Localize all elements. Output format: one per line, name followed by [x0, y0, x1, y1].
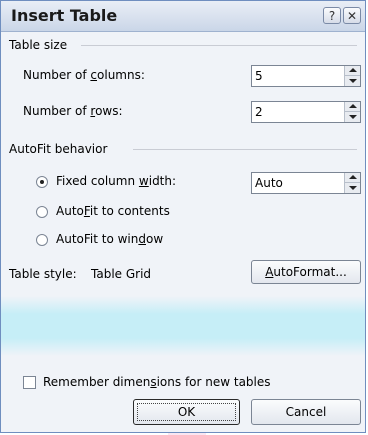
columns-up-arrow-icon[interactable] — [344, 66, 360, 76]
close-icon: ✕ — [346, 9, 358, 23]
remember-label[interactable]: Remember dimensions for new tables — [43, 375, 271, 389]
width-up-arrow-icon[interactable] — [344, 173, 360, 183]
column-width-spinner[interactable]: Auto — [251, 172, 361, 194]
columns-label: Number of columns: — [23, 68, 145, 82]
remember-checkbox[interactable] — [23, 376, 36, 389]
columns-spinner[interactable]: 5 — [251, 65, 361, 87]
background-stripe — [1, 296, 365, 356]
rows-spinner[interactable]: 2 — [251, 101, 361, 123]
rows-up-arrow-icon[interactable] — [344, 102, 360, 112]
table-style-label: Table style: — [9, 267, 77, 281]
title-bar: Insert Table ? ✕ — [1, 1, 365, 32]
autofit-contents-label[interactable]: AutoFit to contents — [56, 204, 170, 218]
columns-value[interactable]: 5 — [255, 69, 263, 83]
ok-button[interactable]: OK — [133, 399, 240, 425]
help-button[interactable]: ? — [323, 7, 341, 24]
close-button[interactable]: ✕ — [343, 7, 361, 24]
autoformat-button[interactable]: AutoFormat... — [251, 260, 361, 284]
rows-down-arrow-icon[interactable] — [344, 112, 360, 122]
autofit-window-radio[interactable] — [36, 234, 48, 246]
autofit-heading: AutoFit behavior — [9, 142, 108, 156]
autofit-contents-radio[interactable] — [36, 206, 48, 218]
fixed-width-radio[interactable] — [36, 176, 48, 188]
cancel-button[interactable]: Cancel — [251, 399, 361, 425]
column-width-value[interactable]: Auto — [255, 176, 283, 190]
group-divider — [133, 149, 357, 150]
width-down-arrow-icon[interactable] — [344, 183, 360, 193]
fixed-width-label[interactable]: Fixed column width: — [56, 174, 176, 188]
ok-label: OK — [137, 403, 236, 421]
insert-table-dialog: Insert Table ? ✕ Table size Number of co… — [0, 0, 366, 433]
autofit-window-label[interactable]: AutoFit to window — [56, 232, 163, 246]
columns-down-arrow-icon[interactable] — [344, 76, 360, 86]
rows-value[interactable]: 2 — [255, 105, 263, 119]
table-size-heading: Table size — [9, 38, 68, 52]
help-icon: ? — [328, 9, 336, 23]
dialog-title: Insert Table — [11, 6, 118, 25]
table-style-value: Table Grid — [91, 267, 152, 281]
rows-label: Number of rows: — [23, 104, 123, 118]
group-divider — [81, 45, 357, 46]
